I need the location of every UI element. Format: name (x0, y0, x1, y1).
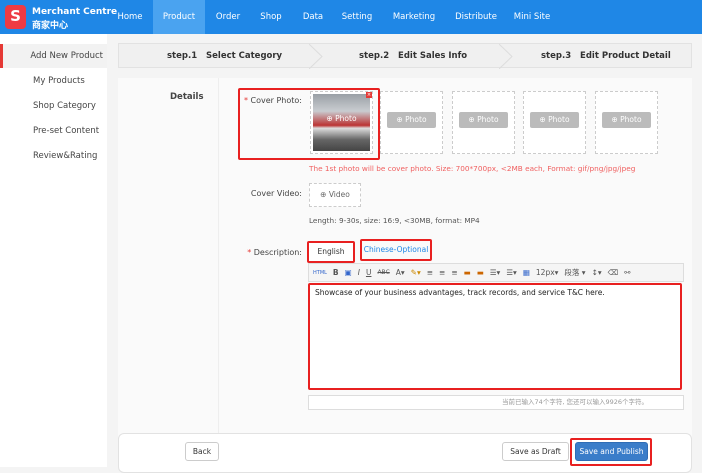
html-icon[interactable]: HTML (313, 270, 327, 276)
brand-name: Merchant Centre (32, 7, 118, 17)
save-icon[interactable]: ▣ (345, 268, 352, 277)
nav-order[interactable]: Order (210, 0, 246, 34)
nav-data[interactable]: Data (296, 0, 330, 34)
add-photo-button[interactable]: ⊕ Photo (602, 112, 651, 128)
description-label: * Description: (247, 248, 302, 257)
cover-video-label: Cover Video: (250, 189, 302, 198)
photo-note: The 1st photo will be cover photo. Size:… (309, 164, 636, 173)
remove-photo-icon[interactable]: × (366, 92, 372, 98)
eraser-icon[interactable]: ⌫ (608, 268, 619, 277)
step-divider (309, 44, 323, 69)
cover-photo-label: * Cover Photo: (243, 96, 302, 105)
photo-overlay: ⊕ Photo (326, 114, 357, 123)
photo-slot-1[interactable]: ⊕ Photo × (310, 91, 373, 154)
line-height-icon[interactable]: ↕▾ (592, 268, 602, 277)
sidebar-item-review-rating[interactable]: Review&Rating (0, 144, 107, 168)
sidebar: Add New Product My Products Shop Categor… (0, 34, 107, 467)
image-icon[interactable]: ▬ (464, 268, 471, 277)
cover-photo-image: ⊕ Photo (313, 94, 370, 151)
step-divider (499, 44, 513, 69)
bullet-list-icon[interactable]: ☰▾ (490, 268, 501, 277)
back-button[interactable]: Back (185, 442, 219, 461)
editor-toolbar: HTML B ▣ I U ABC A▾ ✎▾ ≡ ≡ ≡ ▬ ▬ ☰▾ ☰▾ ▦… (308, 263, 684, 282)
bold-icon[interactable]: B (333, 268, 339, 277)
add-photo-button[interactable]: ⊕ Photo (530, 112, 579, 128)
save-publish-button[interactable]: Save and Publish (575, 442, 648, 461)
brand-name-cn: 商家中心 (32, 21, 69, 31)
photo-slot-2[interactable]: ⊕ Photo (380, 91, 443, 154)
sidebar-item-shop-category[interactable]: Shop Category (0, 94, 107, 118)
sidebar-item-preset-content[interactable]: Pre-set Content (0, 119, 107, 143)
step-3: step.3 Edit Product Detail (541, 51, 671, 61)
paragraph-select[interactable]: 段落 ▾ (564, 267, 585, 278)
insert-image-icon[interactable]: ▬ (477, 268, 484, 277)
nav-product[interactable]: Product (153, 0, 205, 34)
tab-english[interactable]: English (307, 241, 355, 263)
underline-icon[interactable]: U (366, 268, 372, 277)
char-counter: 当前已输入74个字符, 您还可以输入9926个字符。 (308, 395, 684, 410)
nav-mini-site[interactable]: Mini Site (508, 0, 556, 34)
save-draft-button[interactable]: Save as Draft (502, 442, 569, 461)
section-title: Details (170, 92, 204, 102)
align-left-icon[interactable]: ≡ (427, 268, 433, 277)
nav-marketing[interactable]: Marketing (386, 0, 442, 34)
logo: S (5, 5, 26, 29)
step-progress: step.1 Select Category step.2 Edit Sales… (118, 43, 692, 69)
nav-distribute[interactable]: Distribute (448, 0, 504, 34)
nav-shop[interactable]: Shop (254, 0, 288, 34)
tab-chinese-optional[interactable]: Chinese-Optional (360, 239, 432, 261)
add-video-button[interactable]: ⊕ Video (309, 183, 361, 207)
description-textarea[interactable]: Showcase of your business advantages, tr… (308, 283, 682, 390)
step-2: step.2 Edit Sales Info (359, 51, 468, 61)
font-size-select[interactable]: 12px▾ (536, 268, 559, 277)
link-icon[interactable]: ⚯ (624, 268, 630, 277)
align-right-icon[interactable]: ≡ (451, 268, 457, 277)
highlight-icon[interactable]: ✎▾ (411, 268, 421, 277)
italic-icon[interactable]: I (358, 268, 360, 277)
add-photo-button[interactable]: ⊕ Photo (387, 112, 436, 128)
video-note: Length: 9-30s, size: 16:9, <30MB, format… (309, 216, 480, 225)
sidebar-item-add-new-product[interactable]: Add New Product (0, 44, 107, 68)
table-icon[interactable]: ▦ (523, 268, 530, 277)
numbered-list-icon[interactable]: ☰▾ (506, 268, 517, 277)
step-1: step.1 Select Category (167, 51, 283, 61)
strikethrough-icon[interactable]: ABC (377, 269, 389, 276)
nav-home[interactable]: Home (112, 0, 148, 34)
divider (218, 78, 219, 438)
add-photo-button[interactable]: ⊕ Photo (459, 112, 508, 128)
nav-setting[interactable]: Setting (336, 0, 378, 34)
sidebar-item-my-products[interactable]: My Products (0, 69, 107, 93)
photo-slot-5[interactable]: ⊕ Photo (595, 91, 658, 154)
photo-slot-4[interactable]: ⊕ Photo (523, 91, 586, 154)
top-nav-bar: S Merchant Centre 商家中心 Home Product Orde… (0, 0, 702, 34)
font-color-icon[interactable]: A▾ (396, 268, 405, 277)
align-center-icon[interactable]: ≡ (439, 268, 445, 277)
photo-slot-3[interactable]: ⊕ Photo (452, 91, 515, 154)
